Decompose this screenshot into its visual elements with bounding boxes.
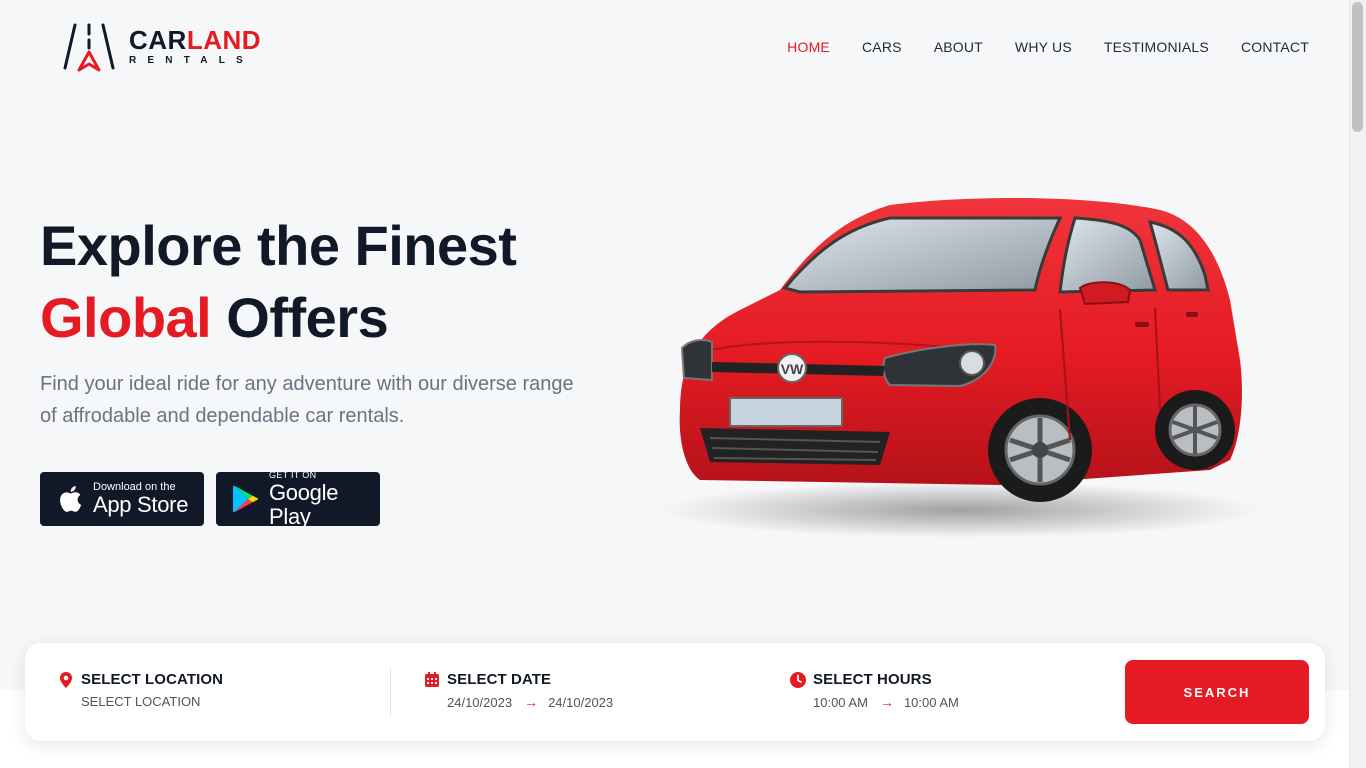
hero-title: Explore the Finest Global Offers	[40, 210, 517, 354]
arrow-right-icon: →	[879, 694, 894, 710]
app-download-buttons: Download on the App Store GET IT ON Goog…	[40, 469, 380, 529]
nav-testimonials[interactable]: TESTIMONIALS	[1104, 39, 1209, 55]
nav-cars[interactable]: CARS	[862, 39, 902, 55]
nav-why-us[interactable]: WHY US	[1015, 39, 1072, 55]
nav-contact[interactable]: CONTACT	[1241, 39, 1309, 55]
date-field[interactable]: SELECT DATE 24/10/2023 → 24/10/2023	[424, 671, 613, 710]
app-store-text: Download on the App Store	[93, 481, 188, 517]
nav-about[interactable]: ABOUT	[934, 39, 983, 55]
booking-search-bar: SELECT LOCATION SELECT LOCATION SELECT D…	[25, 643, 1325, 741]
hours-to: 10:00 AM	[903, 694, 959, 710]
arrow-right-icon: →	[524, 694, 539, 710]
hours-field[interactable]: SELECT HOURS 10:00 AM → 10:00 AM	[790, 671, 959, 710]
hero-description: Find your ideal ride for any adventure w…	[40, 373, 574, 427]
svg-text:VW: VW	[781, 361, 804, 377]
google-play-icon	[232, 484, 260, 514]
hero-title-accent: Global	[40, 286, 212, 349]
date-from: 24/10/2023	[447, 694, 513, 710]
hours-label: SELECT HOURS	[813, 671, 932, 688]
scrollbar-thumb[interactable]	[1352, 2, 1363, 132]
nav-home[interactable]: HOME	[787, 39, 830, 55]
apple-icon	[56, 484, 84, 514]
location-field[interactable]: SELECT LOCATION SELECT LOCATION	[58, 671, 223, 709]
google-play-big-text: Google Play	[269, 480, 339, 529]
google-play-button[interactable]: GET IT ON Google Play	[216, 469, 380, 529]
road-logo-icon	[63, 23, 115, 72]
hero-car-image: VW	[640, 180, 1280, 550]
site-header: CARLAND RENTALS HOME CARS ABOUT WHY US T…	[0, 0, 1349, 96]
brand-subtitle: RENTALS	[129, 55, 254, 66]
hours-from: 10:00 AM	[813, 694, 868, 710]
page-scrollbar[interactable]	[1349, 0, 1366, 768]
search-button[interactable]: SEARCH	[1125, 660, 1309, 724]
hero-title-line1: Explore the Finest	[40, 214, 517, 277]
brand-logo[interactable]: CARLAND RENTALS	[63, 22, 261, 72]
app-store-big-text: App Store	[93, 492, 189, 517]
hero-title-rest: Offers	[211, 286, 389, 349]
app-store-button[interactable]: Download on the App Store	[40, 472, 204, 526]
date-label: SELECT DATE	[447, 671, 552, 688]
calendar-icon	[424, 672, 440, 688]
brand-name-car: CAR	[129, 25, 187, 55]
brand-wordmark: CARLAND RENTALS	[129, 27, 261, 67]
google-play-text: GET IT ON Google Play	[269, 469, 380, 529]
location-value: SELECT LOCATION	[81, 694, 201, 709]
map-pin-icon	[58, 671, 74, 688]
main-nav: HOME CARS ABOUT WHY US TESTIMONIALS CONT…	[787, 39, 1309, 55]
location-label: SELECT LOCATION	[81, 671, 224, 688]
brand-name-land: LAND	[186, 25, 262, 55]
clock-icon	[790, 671, 806, 688]
date-to: 24/10/2023	[548, 694, 614, 710]
search-divider	[390, 667, 391, 717]
